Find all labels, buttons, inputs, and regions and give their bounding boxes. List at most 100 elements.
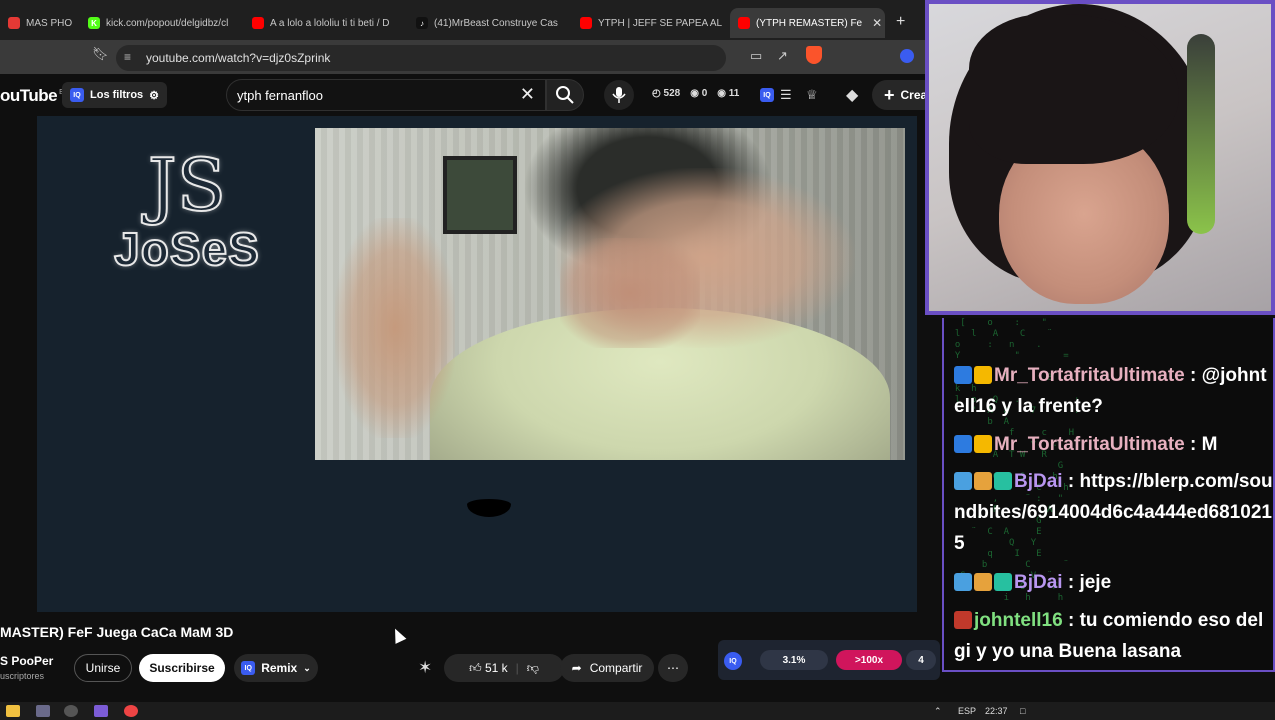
discord-icon[interactable] [94,705,108,717]
tray-chevron-icon[interactable]: ⌃ [934,706,942,717]
tab-label: (YTPH REMASTER) Fe [756,17,863,29]
app-icon[interactable] [36,705,50,717]
clock[interactable]: 22:37 [985,706,1008,716]
search-icon [556,86,574,104]
chat-badge-icon [974,472,992,490]
chat-message: Mr_TortafritaUltimate : M [954,429,1273,460]
chat-message: BjDai : https://blerp.com/soundbites/691… [954,466,1273,559]
chat-badge-icon [974,435,992,453]
browser-tab-strip: MAS PHONK - Y Kkick.com/popout/delgidbz/c… [0,0,930,44]
chat-message: Mr_TortafritaUltimate : @johntell16 y la… [954,360,1273,422]
screen: MAS PHONK - Y Kkick.com/popout/delgidbz/c… [0,0,1275,720]
browser-tab[interactable]: Kkick.com/popout/delgidbz/cl [80,8,230,38]
chat-username[interactable]: BjDai [1014,471,1063,492]
video-title: MASTER) FeF Juega CaCa MaM 3D [0,624,234,640]
browser-tab[interactable]: YTPH | JEFF SE PAPEA AL ESP [572,8,722,38]
webcam-feed [929,4,1271,311]
chat-badge-icon [954,573,972,591]
iq-icon: IQ [70,88,84,102]
iq-panel-icon[interactable]: IQ [724,652,742,670]
ratio-badge: >100x [836,650,902,670]
channel-watermark: JS JoSeS [97,143,277,275]
url-field[interactable]: ≡ youtube.com/watch?v=djz0sZprink [116,45,726,71]
extension-stats: ◴ 528 ◉ 0 ◉ 11 [652,88,739,99]
plus-icon: + [884,84,895,105]
watermark-initials: JS [147,143,227,227]
video-player[interactable]: JS JoSeS [37,116,917,612]
share-arrow-icon: ➦ [571,661,582,675]
chat-username[interactable]: Mr_TortafritaUltimate [994,365,1185,386]
timer-stat: ◴ 528 [652,88,681,99]
browser-tab[interactable]: MAS PHONK - Y [0,8,72,38]
filters-button[interactable]: IQ Los filtros ⚙ [62,82,168,108]
chrome-icon[interactable] [124,705,138,717]
search-input[interactable]: ytph fernanfloo ✕ [226,79,546,111]
remix-label: Remix [261,661,298,675]
more-actions-button[interactable]: ⋯ [658,654,688,682]
site-settings-icon[interactable]: ≡ [124,50,131,64]
obs-icon[interactable] [64,705,78,717]
trophy-icon[interactable]: ♕ [806,87,818,103]
chat-badge-icon [954,435,972,453]
subscribe-button[interactable]: Suscribirse [139,654,225,682]
chat-message: johntell16 : tu comiendo eso delgi y yo … [954,605,1273,667]
cast-icon[interactable]: ▭ [750,48,762,64]
like-button[interactable]: 👍︎ 51 k [469,661,508,676]
chat-badge-icon [974,573,992,591]
tab-label: kick.com/popout/delgidbz/cl [106,17,229,29]
chat-username[interactable]: BjDai [1014,572,1063,593]
language-indicator[interactable]: ESP [958,706,976,716]
channel-name[interactable]: S PooPer [0,654,53,668]
chat-text: : jeje [1062,572,1112,593]
chat-badge-icon [994,573,1012,591]
join-button[interactable]: Unirse [74,654,132,682]
iq-remix-icon: IQ [241,661,256,675]
chat-username[interactable]: johntell16 [974,610,1063,631]
like-dislike-group: 👍︎ 51 k | 👎︎ [444,654,564,682]
notifications-icon[interactable]: □ [1020,706,1025,716]
share-icon[interactable]: ↗ [777,48,788,64]
tab-favicon-icon [252,17,264,29]
browser-tab[interactable]: A a lolo a lololiu ti ti beti / D [244,8,394,38]
stream-chat: [ o : " l l A C ¨ o : n . Y " = l 8 k h … [942,318,1275,672]
face-area [560,238,700,348]
chat-message: BjDai : jeje [954,567,1273,598]
black-shape [467,499,511,517]
share-button[interactable]: ➦ Compartir [560,654,654,682]
extension-puzzle-icon[interactable]: ◆ [846,85,858,105]
mouse-cursor [389,626,407,644]
views-stat: ◉ 0 [690,88,708,99]
sparkle-icon[interactable]: ✶ [418,658,432,678]
watermark-name: JoSeS [113,223,260,275]
tab-favicon-icon [580,17,592,29]
new-tab-button[interactable]: + [896,13,905,31]
bookmark-icon[interactable]: 🔖︎ [92,46,109,62]
remix-button[interactable]: IQ Remix ⌄ [234,654,318,682]
browser-tab[interactable]: ♪ (41)MrBeast Construye Casas [408,8,558,38]
extra-badge: 4 [906,650,936,670]
voice-search-button[interactable] [604,80,634,110]
brave-shield-icon[interactable] [806,46,822,64]
tab-favicon-icon [8,17,20,29]
microphone-icon [612,87,626,103]
close-tab-icon[interactable]: ✕ [872,16,882,30]
chat-username[interactable]: Mr_TortafritaUltimate [994,434,1185,455]
percent-badge: 3.1% [760,650,828,670]
left-hand [335,218,455,438]
youtube-logo[interactable]: ouTubeEC [0,86,68,106]
chat-badge-icon [954,611,972,629]
browser-tab[interactable]: (YTPH REMASTER) Fe ✕ [730,8,885,38]
clear-search-icon[interactable]: ✕ [520,84,535,105]
tab-label: YTPH | JEFF SE PAPEA AL ESP [598,17,722,29]
search-button[interactable] [546,79,584,111]
profile-icon[interactable] [900,49,914,63]
dislike-button[interactable]: 👎︎ [527,661,539,676]
chat-badge-icon [974,366,992,384]
chat-text: : M [1184,434,1218,455]
iq-extension-icon[interactable]: IQ [760,88,774,102]
file-explorer-icon[interactable] [6,705,20,717]
youtube-header: ouTubeEC IQ Los filtros ⚙ ytph fernanflo… [0,74,940,116]
webcam-overlay [925,0,1275,315]
tab-label: MAS PHONK - Y [26,17,72,29]
list-icon[interactable]: ☰ [780,87,792,103]
